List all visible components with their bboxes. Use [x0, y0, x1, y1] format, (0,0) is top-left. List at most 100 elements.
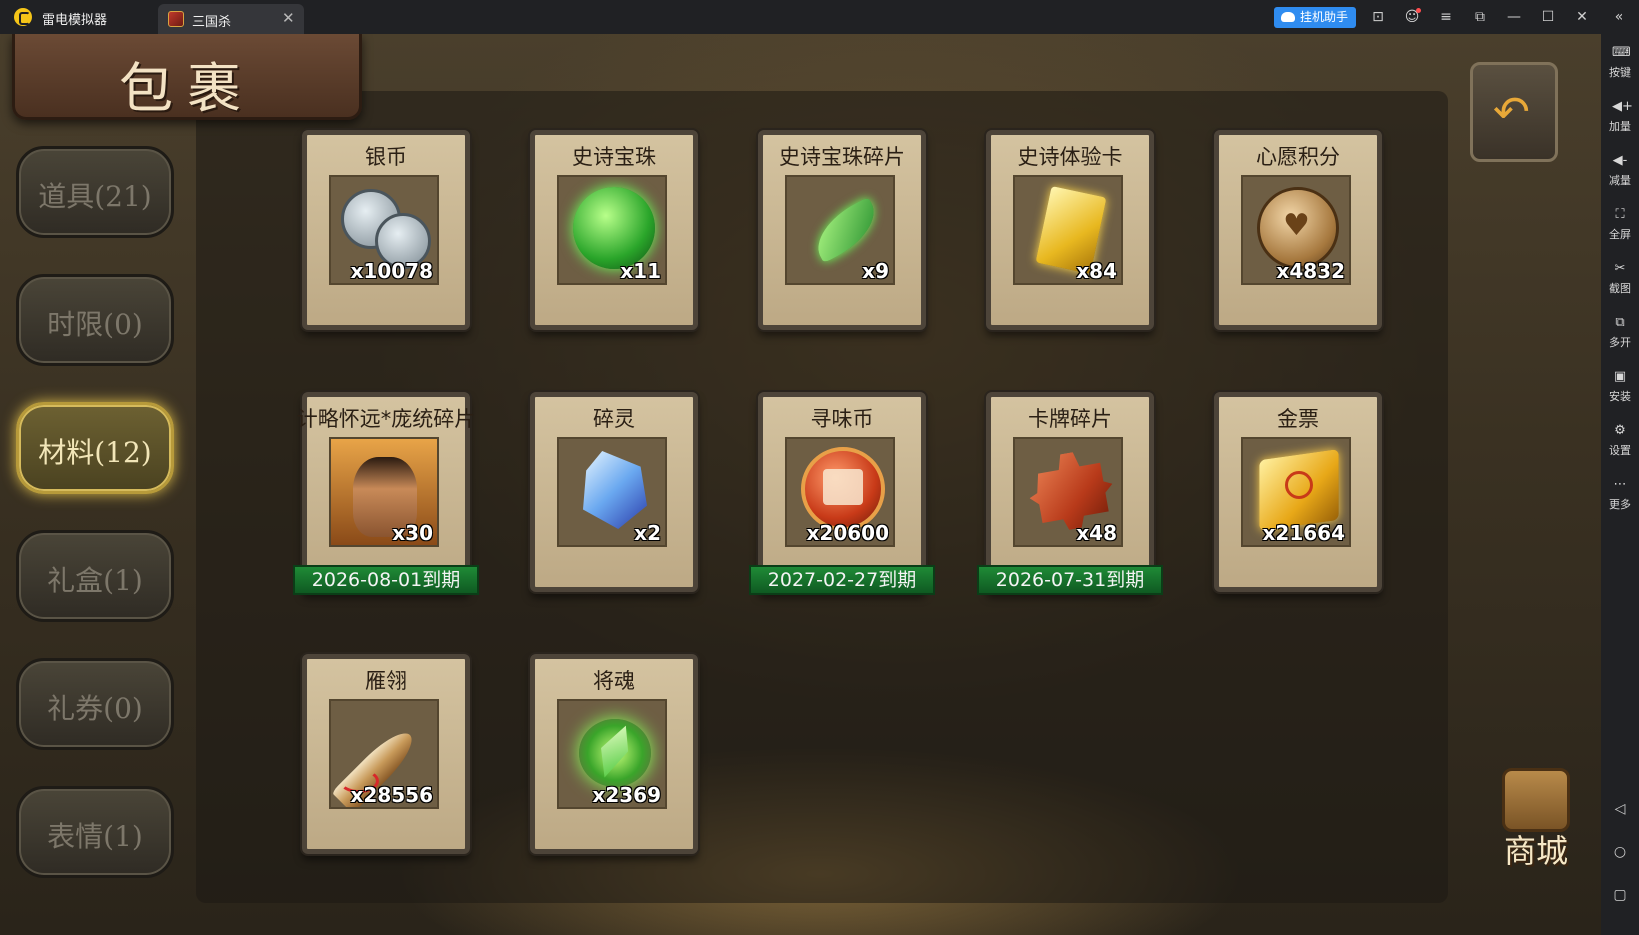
expiry-badge: 2026-07-31到期 — [977, 565, 1163, 595]
sidebar-item-volume-up[interactable]: ◀+ 加量 — [1601, 94, 1639, 146]
category-tab-timed[interactable]: 时限(0) — [16, 274, 174, 366]
sidebar-item-label: 加量 — [1609, 120, 1631, 133]
back-nav-icon[interactable]: ◁ — [1612, 801, 1628, 817]
page-title: 包裹 — [119, 57, 255, 120]
treasure-chest-icon — [1502, 768, 1570, 832]
emulator-sidebar: ⌨ 按键 ◀+ 加量 ◀- 减量 ⛶ 全屏 ✂ 截图 ⧉ 多开 ▣ 安装 ⚙ 设… — [1601, 34, 1639, 935]
item-name: 将魂 — [593, 669, 635, 693]
gold-scroll-icon: x21664 — [1241, 437, 1351, 547]
sidebar-item-label: 安装 — [1609, 390, 1631, 403]
category-tab-props[interactable]: 道具(21) — [16, 146, 174, 238]
puzzle-piece-icon: x48 — [1013, 437, 1123, 547]
category-tab-coupons[interactable]: 礼券(0) — [16, 658, 174, 750]
item-card-pang-tong-shard[interactable]: 计略怀远*庞统碎片 x30 2026-08-01到期 — [293, 392, 479, 595]
pop-out-icon[interactable]: ⧉ — [1470, 7, 1490, 27]
gold-card-icon: x84 — [1013, 175, 1123, 285]
category-label: 道具(21) — [38, 180, 152, 213]
maximize-icon[interactable]: ☐ — [1538, 7, 1558, 27]
gear-icon: ⚙ — [1614, 423, 1626, 438]
collapse-sidebar-icon[interactable]: « — [1609, 7, 1629, 27]
sidebar-item-keymap[interactable]: ⌨ 按键 — [1601, 40, 1639, 92]
item-card-epic-orb-shard[interactable]: 史诗宝珠碎片 x9 — [758, 130, 926, 330]
recent-apps-icon[interactable]: ▢ — [1612, 887, 1628, 903]
category-label: 礼盒(1) — [47, 564, 143, 597]
green-orb-icon: x11 — [557, 175, 667, 285]
sidebar-item-multi-instance[interactable]: ⧉ 多开 — [1601, 310, 1639, 362]
back-arrow-icon: ↶ — [1493, 87, 1530, 138]
item-name: 卡牌碎片 — [1028, 407, 1112, 431]
item-card-general-soul[interactable]: 将魂 x2369 — [530, 654, 698, 854]
sidebar-item-label: 按键 — [1609, 66, 1631, 79]
item-name: 史诗宝珠 — [572, 145, 656, 169]
item-name: 金票 — [1277, 407, 1319, 431]
close-window-icon[interactable]: ✕ — [1572, 7, 1592, 27]
header-plaque: 包裹 — [12, 34, 362, 120]
item-quantity: x2 — [634, 521, 661, 545]
item-quantity: x2369 — [592, 783, 661, 807]
item-quantity: x21664 — [1262, 521, 1345, 545]
item-card-epic-orb[interactable]: 史诗宝珠 x11 — [530, 130, 698, 330]
sidebar-item-settings[interactable]: ⚙ 设置 — [1601, 418, 1639, 470]
shop-button[interactable]: 商城 — [1488, 764, 1584, 894]
item-name: 史诗体验卡 — [1017, 145, 1123, 169]
item-quantity: x28556 — [350, 783, 433, 807]
item-card-wish-points[interactable]: 心愿积分 ♥ x4832 — [1214, 130, 1382, 330]
item-quantity: x9 — [862, 259, 889, 283]
tab-game[interactable]: 三国杀 ✕ — [158, 4, 304, 34]
item-name: 寻味币 — [810, 407, 874, 431]
item-name: 史诗宝珠碎片 — [779, 145, 905, 169]
silver-coin-icon: x10078 — [329, 175, 439, 285]
item-card-silver-coin[interactable]: 银币 x10078 — [302, 130, 470, 330]
item-name: 碎灵 — [593, 407, 635, 431]
home-nav-icon[interactable]: ○ — [1612, 844, 1628, 860]
sidebar-item-volume-down[interactable]: ◀- 减量 — [1601, 148, 1639, 200]
category-label: 礼券(0) — [47, 692, 143, 725]
back-button[interactable]: ↶ — [1470, 62, 1558, 162]
close-tab-icon[interactable]: ✕ — [282, 9, 295, 27]
category-tab-emotes[interactable]: 表情(1) — [16, 786, 174, 878]
shop-label: 商城 — [1503, 832, 1568, 870]
item-quantity: x84 — [1076, 259, 1117, 283]
volume-up-icon: ◀+ — [1612, 99, 1633, 114]
item-card-goose-feather[interactable]: 雁翎 x28556 — [302, 654, 470, 854]
item-name: 雁翎 — [365, 669, 407, 693]
expiry-badge: 2027-02-27到期 — [749, 565, 935, 595]
gift-icon[interactable]: ⊡ — [1368, 7, 1388, 27]
emulator-logo-icon — [14, 8, 32, 26]
multi-instance-icon: ⧉ — [1615, 315, 1625, 330]
green-soul-crystal-icon: x2369 — [557, 699, 667, 809]
account-icon[interactable]: ☺ — [1402, 7, 1422, 27]
sidebar-item-install[interactable]: ▣ 安装 — [1601, 364, 1639, 416]
sidebar-item-label: 更多 — [1609, 498, 1631, 511]
game-viewport: 包裹 ↶ 道具(21) 时限(0) 材料(12) 礼盒(1) 礼券(0) 表情(… — [0, 34, 1601, 935]
assist-button[interactable]: 挂机助手 — [1274, 7, 1356, 28]
sidebar-item-more[interactable]: ⋯ 更多 — [1601, 472, 1639, 524]
keyboard-icon: ⌨ — [1612, 45, 1631, 60]
item-card-spirit-shard[interactable]: 碎灵 x2 — [530, 392, 698, 592]
tab-label: 三国杀 — [192, 15, 232, 30]
volume-down-icon: ◀- — [1612, 153, 1628, 168]
sidebar-item-label: 减量 — [1609, 174, 1631, 187]
sidebar-item-label: 截图 — [1609, 282, 1631, 295]
minimize-icon[interactable]: — — [1504, 7, 1524, 27]
category-tab-gift-box[interactable]: 礼盒(1) — [16, 530, 174, 622]
item-quantity: x20600 — [806, 521, 889, 545]
item-card-flavor-coin[interactable]: 寻味币 x20600 2027-02-27到期 — [749, 392, 935, 595]
item-quantity: x30 — [392, 521, 433, 545]
heart-coin-icon: ♥ x4832 — [1241, 175, 1351, 285]
notification-dot — [1416, 8, 1421, 13]
item-card-epic-trial-card[interactable]: 史诗体验卡 x84 — [986, 130, 1154, 330]
sidebar-item-fullscreen[interactable]: ⛶ 全屏 — [1601, 202, 1639, 254]
more-icon: ⋯ — [1613, 477, 1627, 492]
item-name: 计略怀远*庞统碎片 — [296, 407, 476, 431]
category-tab-materials[interactable]: 材料(12) — [16, 402, 174, 494]
game-tab-icon — [168, 11, 184, 27]
assist-button-label: 挂机助手 — [1300, 10, 1349, 24]
sidebar-item-screenshot[interactable]: ✂ 截图 — [1601, 256, 1639, 308]
flavor-coin-icon: x20600 — [785, 437, 895, 547]
item-name: 心愿积分 — [1256, 145, 1340, 169]
item-card-gold-ticket[interactable]: 金票 x21664 — [1214, 392, 1382, 592]
item-card-card-fragment[interactable]: 卡牌碎片 x48 2026-07-31到期 — [977, 392, 1163, 595]
menu-icon[interactable]: ≡ — [1436, 7, 1456, 27]
emulator-app-name: 雷电模拟器 — [42, 13, 108, 28]
